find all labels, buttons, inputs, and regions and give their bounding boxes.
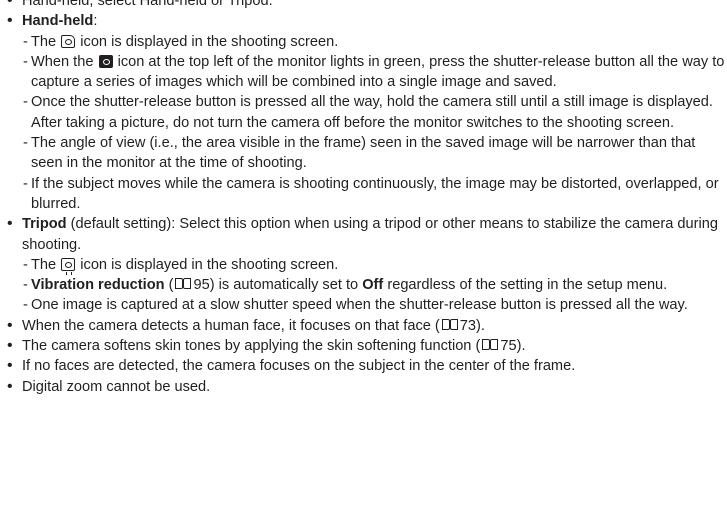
handheld-item-1-before: The (31, 33, 57, 50)
tripod-item-1: The icon is displayed in the shooting sc… (0, 255, 727, 276)
tripod-desc: (default setting): Select this option wh… (22, 216, 719, 253)
vibration-reduction-label: Vibration reduction (31, 277, 165, 294)
top-cut-text: Hand-held, select Hand-held or Tripod. (22, 0, 273, 9)
face-page-ref: 73 (459, 317, 477, 334)
handheld-item-2: When the icon at the top left of the mon… (0, 52, 727, 93)
face-text: When the camera detects a human face, it… (22, 317, 440, 334)
handheld-label: Hand-held (22, 13, 94, 30)
skin-text: The camera softens skin tones by applyin… (22, 338, 481, 355)
top-cut-bullet: Hand-held, select Hand-held or Tripod. (0, 0, 727, 12)
book-reference-icon (174, 278, 192, 290)
tripod-mode-icon (61, 257, 76, 275)
handheld-item-5: If the subject moves while the camera is… (0, 174, 727, 215)
handheld-item-4: The angle of view (i.e., the area visibl… (0, 133, 727, 174)
vr-end-text: regardless of the setting in the setup m… (387, 277, 668, 294)
noface-bullet: If no faces are detected, the camera foc… (0, 356, 727, 377)
vr-mid-text: ) is automatically set to (209, 277, 359, 294)
tripod-label: Tripod (22, 216, 67, 233)
tripod-item-3: One image is captured at a slow shutter … (0, 295, 727, 316)
handheld-item-3-text: Once the shutter-release button is press… (31, 94, 713, 131)
handheld-colon: : (93, 13, 98, 30)
vr-paren-open: ( (168, 277, 174, 294)
zoom-text: Digital zoom cannot be used. (22, 378, 211, 395)
handheld-mode-icon (61, 34, 76, 48)
tripod-item-3-text: One image is captured at a slow shutter … (31, 297, 688, 314)
book-reference-icon (441, 318, 459, 331)
ready-indicator-icon (98, 54, 113, 68)
handheld-item-4-text: The angle of view (i.e., the area visibl… (31, 135, 696, 172)
zoom-bullet: Digital zoom cannot be used. (0, 377, 727, 398)
skin-bullet: The camera softens skin tones by applyin… (0, 336, 727, 357)
tripod-item-2: Vibration reduction (95) is automaticall… (0, 275, 727, 296)
tripod-item-1-before: The (31, 256, 57, 273)
handheld-item-1-after: icon is displayed in the shooting screen… (80, 33, 339, 50)
tripod-item-1-after: icon is displayed in the shooting screen… (80, 256, 339, 273)
handheld-item-2-after: icon at the top left of the monitor ligh… (31, 53, 725, 91)
noface-text: If no faces are detected, the camera foc… (22, 358, 576, 375)
tripod-bullet: Tripod (default setting): Select this op… (0, 214, 727, 255)
handheld-item-3: Once the shutter-release button is press… (0, 92, 727, 133)
skin-page-ref: 75 (500, 338, 517, 355)
skin-close: ). (516, 338, 526, 355)
handheld-bullet: Hand-held: (0, 11, 727, 32)
vr-off-label: Off (362, 277, 384, 294)
face-close: ). (476, 317, 485, 334)
face-bullet: When the camera detects a human face, it… (0, 316, 727, 337)
handheld-item-5-text: If the subject moves while the camera is… (31, 175, 719, 212)
handheld-item-2-before: When the (31, 53, 94, 70)
manual-page: Hand-held, select Hand-held or Tripod. H… (0, 0, 727, 397)
handheld-item-1: The icon is displayed in the shooting sc… (0, 32, 727, 53)
book-reference-icon (481, 339, 499, 351)
vr-page-ref: 95 (193, 277, 210, 294)
